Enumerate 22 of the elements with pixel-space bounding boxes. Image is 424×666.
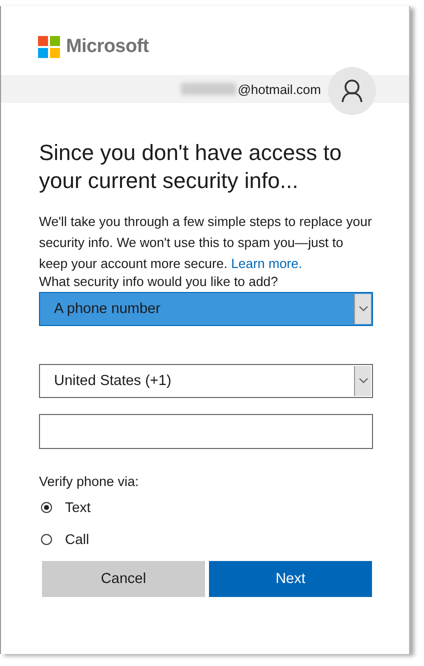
radio-label: Call	[65, 531, 90, 547]
avatar[interactable]	[328, 67, 376, 115]
next-button[interactable]: Next	[209, 561, 372, 597]
radio-button[interactable]	[41, 534, 52, 544]
security-info-dropdown[interactable]: A phone number	[39, 292, 373, 326]
radio-label: Text	[65, 499, 91, 515]
person-icon	[341, 79, 363, 103]
cancel-button[interactable]: Cancel	[42, 561, 205, 597]
caret-icon	[358, 378, 368, 384]
intro-paragraph: We'll take you through a few simple steps to replace your security info. We won't use this to spam you—just to keep your account more secure. Learn more.	[39, 213, 373, 273]
page-heading: Since you don't have access to your current security info...	[39, 139, 343, 195]
account-email: @hotmail.com	[238, 82, 321, 96]
caret-icon	[358, 306, 368, 312]
country-dropdown[interactable]: United States (+1)	[39, 364, 373, 398]
verify-label: Verify phone via:	[39, 474, 140, 489]
logo-text: Microsoft	[66, 36, 149, 58]
phone-number-field[interactable]	[39, 414, 373, 449]
question-label: What security info would you like to add?	[39, 274, 279, 290]
learn-more-link[interactable]: Learn more.	[231, 256, 302, 271]
blurred-text	[180, 83, 236, 95]
windows-logo-icon	[38, 36, 60, 58]
radio-button[interactable]	[41, 502, 52, 512]
